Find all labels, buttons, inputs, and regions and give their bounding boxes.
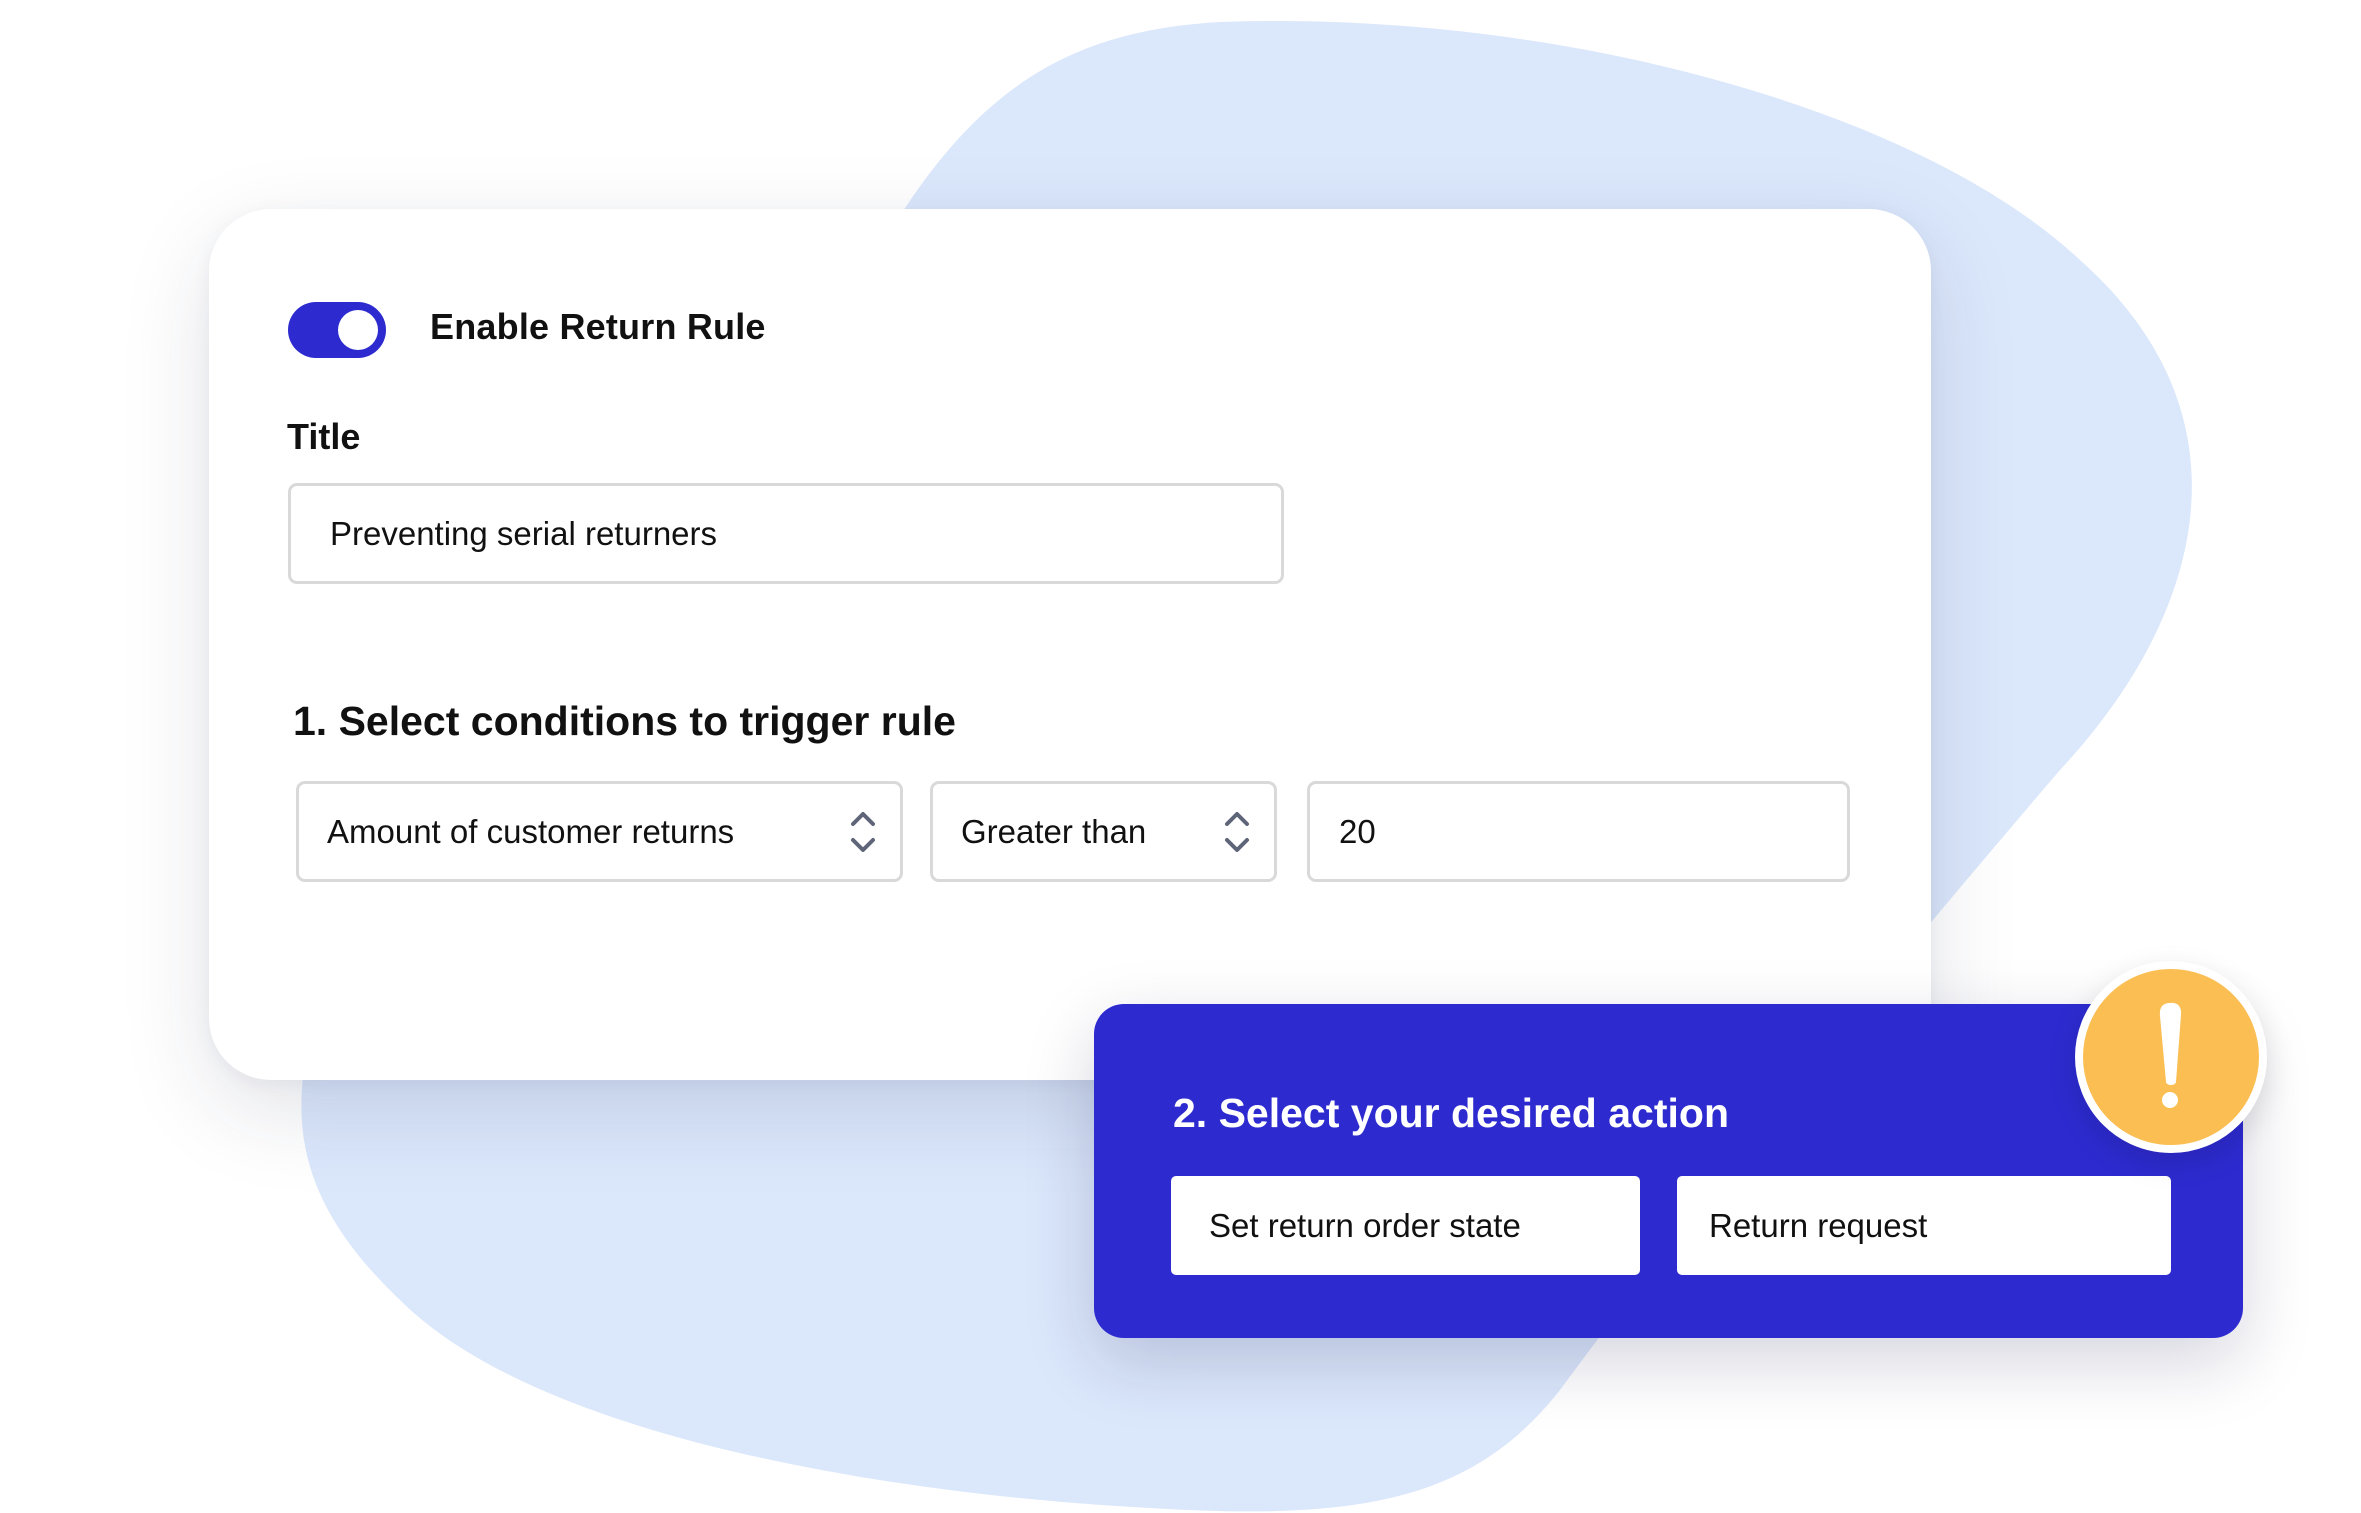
condition-select-value: Amount of customer returns bbox=[327, 812, 735, 850]
action-type-field[interactable]: Set return order state bbox=[1171, 1176, 1640, 1275]
action-heading: 2. Select your desired action bbox=[1173, 1090, 1729, 1136]
operator-select-value: Greater than bbox=[961, 812, 1147, 850]
enable-rule-toggle[interactable] bbox=[288, 302, 386, 358]
chevron-up-down-icon bbox=[1225, 811, 1249, 852]
conditions-heading: 1. Select conditions to trigger rule bbox=[293, 698, 956, 744]
enable-rule-label: Enable Return Rule bbox=[430, 306, 766, 347]
toggle-knob bbox=[338, 310, 378, 350]
action-panel bbox=[1094, 1004, 2243, 1338]
condition-value-input[interactable]: 20 bbox=[1307, 781, 1850, 882]
exclamation-icon bbox=[2159, 1002, 2182, 1108]
title-label: Title bbox=[287, 416, 361, 457]
operator-select[interactable]: Greater than bbox=[930, 781, 1277, 882]
chevron-up-down-icon bbox=[851, 811, 875, 852]
title-input[interactable]: Preventing serial returners bbox=[288, 483, 1284, 584]
action-value-field[interactable]: Return request bbox=[1677, 1176, 2171, 1275]
alert-badge bbox=[2075, 961, 2267, 1153]
condition-select[interactable]: Amount of customer returns bbox=[296, 781, 903, 882]
